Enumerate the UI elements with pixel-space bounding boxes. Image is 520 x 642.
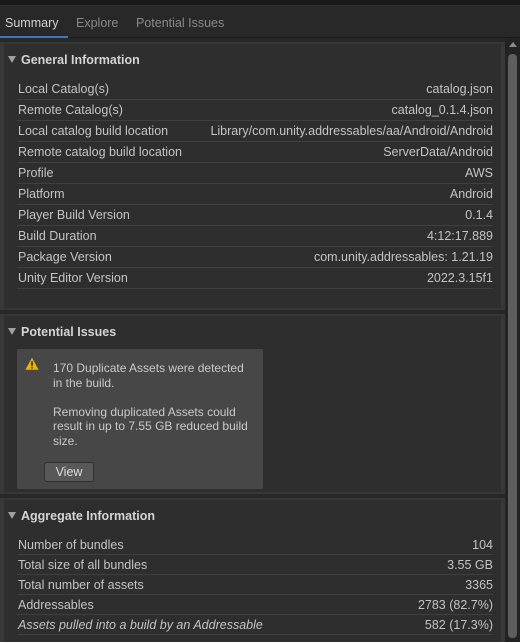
info-value: 2022.3.15f1: [426, 271, 493, 285]
info-value: 3365: [465, 578, 493, 592]
info-row-package-version: Package Version com.unity.addressables: …: [17, 247, 493, 268]
aggregate-information-header[interactable]: Aggregate Information: [0, 500, 505, 530]
warning-triangle-icon: [25, 357, 39, 370]
info-value: ServerData/Android: [383, 145, 493, 159]
potential-issues-header[interactable]: Potential Issues: [0, 316, 505, 346]
foldout-expanded-icon[interactable]: [8, 328, 16, 335]
vertical-scrollbar[interactable]: [505, 38, 520, 642]
foldout-expanded-icon[interactable]: [8, 512, 16, 519]
aggregate-row-addressables: Addressables 2783 (82.7%): [17, 595, 493, 615]
info-row-local-build-location: Local catalog build location Library/com…: [17, 121, 493, 142]
info-key: Player Build Version: [18, 208, 130, 222]
info-key: Remote Catalog(s): [18, 103, 123, 117]
info-key: Local catalog build location: [18, 124, 169, 138]
aggregate-row-total-size: Total size of all bundles 3.55 GB: [17, 555, 493, 575]
info-value: 0.1.4: [465, 208, 493, 222]
section-title: General Information: [21, 53, 140, 67]
info-row-build-duration: Build Duration 4:12:17.889: [17, 226, 493, 247]
warning-text-duplicates: 170 Duplicate Assets were detected in th…: [53, 361, 244, 390]
foldout-expanded-icon[interactable]: [8, 56, 16, 63]
section-title: Aggregate Information: [21, 509, 156, 523]
info-value: AWS: [464, 166, 493, 180]
info-row-profile: Profile AWS: [17, 163, 493, 184]
info-key: Number of bundles: [18, 538, 124, 552]
info-value: 582 (17.3%): [424, 618, 493, 632]
info-key: Unity Editor Version: [18, 271, 128, 285]
tab-bar: Summary Explore Potential Issues: [0, 6, 520, 38]
info-key: Profile: [18, 166, 54, 180]
info-row-remote-build-location: Remote catalog build location ServerData…: [17, 142, 493, 163]
info-key: Addressables: [18, 598, 94, 612]
info-row-remote-catalog: Remote Catalog(s) catalog_0.1.4.json: [17, 100, 493, 121]
info-value: Library/com.unity.addressables/aa/Androi…: [210, 124, 493, 138]
info-key: Total size of all bundles: [18, 558, 148, 572]
info-key: Remote catalog build location: [18, 145, 182, 159]
info-row-unity-editor-version: Unity Editor Version 2022.3.15f1: [17, 268, 493, 289]
info-value: catalog.json: [426, 82, 493, 96]
warning-text-size-reduction: Removing duplicated Assets could result …: [53, 404, 248, 448]
info-key: Assets pulled into a build by an Address…: [18, 618, 263, 632]
info-key: Total number of assets: [18, 578, 144, 592]
info-key: Local Catalog(s): [18, 82, 110, 96]
tab-summary[interactable]: Summary: [5, 16, 58, 36]
info-row-local-catalog: Local Catalog(s) catalog.json: [17, 79, 493, 100]
scrollbar-thumb[interactable]: [508, 54, 517, 638]
summary-content: General Information Potential Issues Agg…: [0, 38, 505, 642]
general-information-header[interactable]: General Information: [0, 44, 505, 74]
view-duplicates-button[interactable]: View: [44, 462, 94, 482]
info-key: Build Duration: [18, 229, 97, 243]
info-value: com.unity.addressables: 1.21.19: [313, 250, 493, 264]
aggregate-row-pulled-assets: Assets pulled into a build by an Address…: [17, 615, 493, 635]
tab-explore[interactable]: Explore: [76, 16, 118, 36]
info-value: Android: [449, 187, 493, 201]
scroll-up-arrow-icon[interactable]: [509, 42, 517, 47]
info-value: 3.55 GB: [447, 558, 493, 572]
info-value: catalog_0.1.4.json: [391, 103, 493, 117]
warning-message: 170 Duplicate Assets were detected in th…: [53, 361, 253, 448]
duplicate-assets-warning: 170 Duplicate Assets were detected in th…: [17, 349, 263, 489]
aggregate-row-bundles: Number of bundles 104: [17, 535, 493, 555]
info-row-platform: Platform Android: [17, 184, 493, 205]
info-value: 104: [472, 538, 493, 552]
section-title: Potential Issues: [21, 325, 117, 339]
aggregate-row-total-assets: Total number of assets 3365: [17, 575, 493, 595]
tab-potential-issues[interactable]: Potential Issues: [136, 16, 224, 36]
info-key: Platform: [18, 187, 65, 201]
info-value: 2783 (82.7%): [417, 598, 493, 612]
info-value: 4:12:17.889: [426, 229, 493, 243]
info-row-player-build-version: Player Build Version 0.1.4: [17, 205, 493, 226]
info-key: Package Version: [18, 250, 112, 264]
